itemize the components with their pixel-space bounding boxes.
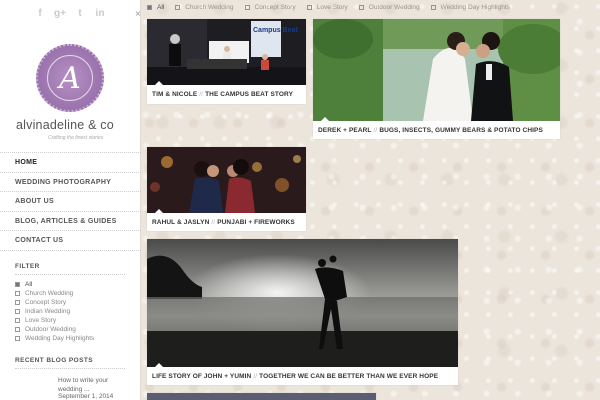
couple-kiss-image [313, 19, 560, 121]
nav-wedding-photography[interactable]: WEDDING PHOTOGRAPHY [0, 173, 141, 192]
linkedin-icon[interactable]: in [94, 8, 106, 19]
checkbox-icon[interactable] [15, 282, 20, 287]
filter-concept-story[interactable]: Concept Story [15, 298, 94, 307]
filter-heading: FILTER [15, 263, 40, 270]
card-thumbnail[interactable] [147, 239, 458, 367]
card-caption[interactable]: TIM & NICOLE//THE CAMPUS BEAT STORY [147, 85, 306, 104]
checkbox-icon[interactable] [147, 4, 152, 10]
checkbox-icon[interactable] [244, 4, 250, 10]
card-caption[interactable]: DEREK + PEARL//BUGS, INSECTS, GUMMY BEAR… [313, 121, 560, 139]
portfolio-card-partial[interactable] [147, 393, 376, 400]
topbar-filter-all[interactable]: All [147, 4, 164, 11]
topbar-filter-label: Wedding Day Highlights [440, 3, 510, 11]
card-thumbnail[interactable] [147, 393, 376, 400]
topbar-filter-label: All [157, 3, 165, 11]
recent-post-date: September 1, 2014 [58, 393, 114, 400]
sidebar: f g+ t in × A alvinadeline & co Crafting… [0, 0, 141, 400]
filter-label: Love Story [25, 317, 57, 324]
card-title-story: BUGS, INSECTS, GUMMY BEARS & POTATO CHIP… [379, 126, 543, 134]
nav-home[interactable]: HOME [0, 153, 141, 173]
card-thumbnail[interactable]: Campus Beat [147, 19, 306, 85]
topbar-filter-church-wedding[interactable]: Church Wedding [175, 3, 234, 11]
brand-name[interactable]: alvinadeline & co [16, 118, 114, 132]
card-thumbnail[interactable] [313, 19, 560, 121]
top-filter-bar: All Church Wedding Concept Story Love St… [147, 2, 521, 12]
screen-text: Campus Beat [253, 27, 298, 34]
checkbox-icon[interactable] [358, 4, 364, 10]
card-title-names: DEREK + PEARL [318, 126, 372, 134]
filter-label: Indian Wedding [25, 308, 71, 315]
portfolio-card-derek-pearl[interactable]: DEREK + PEARL//BUGS, INSECTS, GUMMY BEAR… [313, 19, 560, 139]
card-separator: // [373, 126, 378, 134]
card-caption[interactable]: LIFE STORY OF JOHN + YUMIN//TOGETHER WE … [147, 367, 458, 385]
filter-love-story[interactable]: Love Story [15, 316, 94, 325]
divider [15, 274, 125, 275]
card-separator: // [211, 218, 216, 226]
portfolio-card-rahul-jaslyn[interactable]: RAHUL & JASLYN//PUNJABI + FIREWORKS [147, 147, 306, 231]
filter-label: All [25, 281, 33, 288]
card-caption[interactable]: RAHUL & JASLYN//PUNJABI + FIREWORKS [147, 213, 306, 231]
card-title-story: THE CAMPUS BEAT STORY [205, 91, 294, 98]
main-nav: HOME WEDDING PHOTOGRAPHY ABOUT US BLOG, … [0, 152, 141, 251]
checkbox-icon[interactable] [15, 318, 20, 323]
nav-contact-us[interactable]: CONTACT US [0, 231, 141, 251]
recent-posts-heading: RECENT BLOG POSTS [15, 357, 93, 364]
card-title-story: TOGETHER WE CAN BE BETTER THAN WE EVER H… [259, 372, 439, 380]
checkbox-icon[interactable] [430, 4, 436, 10]
filter-label: Outdoor Wedding [25, 326, 76, 333]
portfolio-card-john-yumin[interactable]: LIFE STORY OF JOHN + YUMIN//TOGETHER WE … [147, 239, 458, 385]
card-title-names: TIM & NICOLE [152, 91, 198, 98]
card-thumbnail[interactable] [147, 147, 306, 213]
checkbox-icon[interactable] [15, 327, 20, 332]
facebook-icon[interactable]: f [34, 8, 46, 19]
beach-silhouette-image [147, 239, 458, 367]
recent-post-thumbnail[interactable] [15, 376, 53, 400]
filter-list: All Church Wedding Concept Story Indian … [15, 280, 94, 343]
twitter-icon[interactable]: t [74, 8, 86, 19]
checkbox-icon[interactable] [15, 309, 20, 314]
checkbox-icon[interactable] [175, 4, 181, 10]
logo-monogram: A [47, 55, 93, 101]
card-title-story: PUNJABI + FIREWORKS [217, 218, 295, 226]
checkbox-icon[interactable] [15, 336, 20, 341]
fireworks-couple-image [147, 147, 306, 213]
topbar-filter-outdoor-wedding[interactable]: Outdoor Wedding [358, 3, 420, 11]
portfolio-card-tim-nicole[interactable]: Campus Beat TIM & NICOLE//THE CAMPUS BEA… [147, 19, 306, 104]
filter-wedding-day-highlights[interactable]: Wedding Day Highlights [15, 334, 94, 343]
filter-all[interactable]: All [15, 280, 94, 289]
brand-tagline: Crafting the finest stories [48, 135, 104, 141]
studio-scene-image: Campus Beat [147, 19, 306, 85]
close-sidebar-icon[interactable]: × [135, 9, 141, 20]
checkbox-icon[interactable] [306, 4, 312, 10]
filter-indian-wedding[interactable]: Indian Wedding [15, 307, 94, 316]
social-links: f g+ t in [34, 8, 106, 19]
filter-label: Church Wedding [25, 290, 74, 297]
recent-post-title[interactable]: How to write your wedding ... [58, 376, 128, 394]
card-title-names: LIFE STORY OF JOHN + YUMIN [152, 372, 252, 380]
checkbox-icon[interactable] [15, 291, 20, 296]
card-separator: // [199, 91, 204, 98]
topbar-filter-label: Love Story [316, 3, 348, 11]
card-separator: // [253, 372, 258, 380]
logo[interactable]: A [36, 44, 104, 112]
topbar-filter-love-story[interactable]: Love Story [306, 3, 348, 11]
filter-label: Wedding Day Highlights [25, 335, 95, 342]
topbar-filter-label: Concept Story [254, 3, 296, 11]
google-plus-icon[interactable]: g+ [54, 8, 66, 19]
topbar-filter-label: Church Wedding [185, 3, 234, 11]
checkbox-icon[interactable] [15, 300, 20, 305]
topbar-filter-concept-story[interactable]: Concept Story [244, 3, 296, 11]
filter-label: Concept Story [25, 299, 67, 306]
nav-blog[interactable]: BLOG, ARTICLES & GUIDES [0, 212, 141, 231]
nav-about-us[interactable]: ABOUT US [0, 192, 141, 212]
card-title-names: RAHUL & JASLYN [152, 218, 210, 226]
filter-outdoor-wedding[interactable]: Outdoor Wedding [15, 325, 94, 334]
divider [15, 368, 125, 369]
filter-church-wedding[interactable]: Church Wedding [15, 289, 94, 298]
topbar-filter-label: Outdoor Wedding [368, 3, 420, 11]
topbar-filter-wedding-day-highlights[interactable]: Wedding Day Highlights [430, 3, 510, 11]
